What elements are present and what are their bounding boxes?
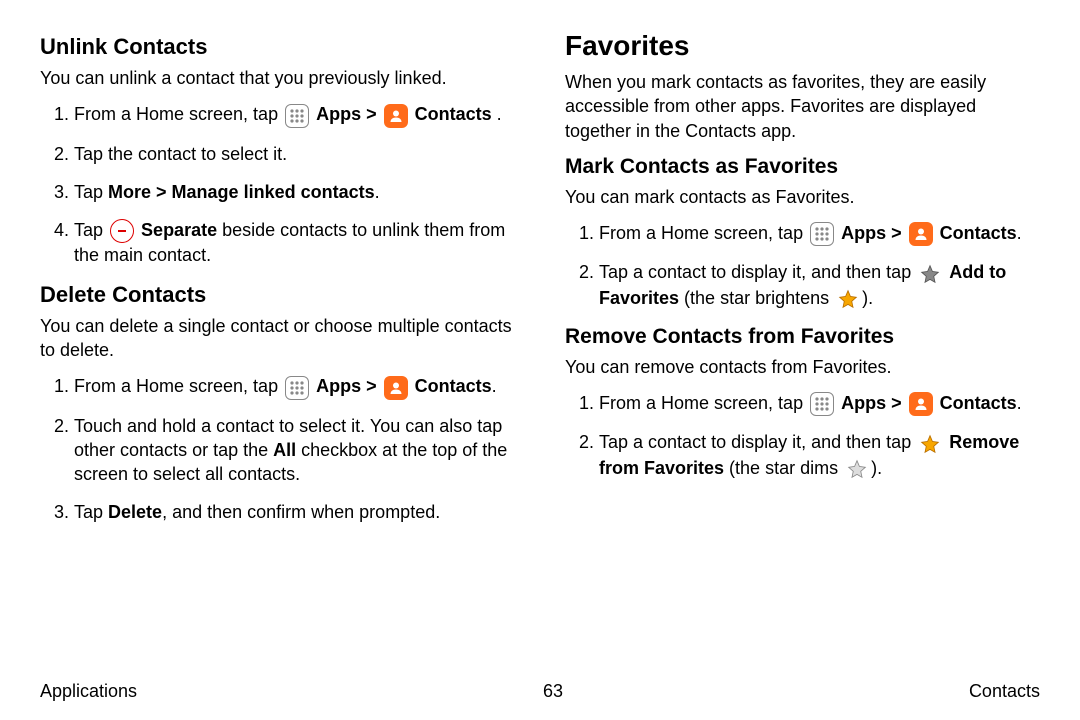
chevron-icon: > <box>366 104 377 124</box>
text: . <box>1017 393 1022 413</box>
text: From a Home screen, tap <box>599 223 808 243</box>
steps-remove: From a Home screen, tap Apps > Contacts.… <box>565 391 1040 481</box>
apps-icon <box>810 222 834 246</box>
text: ). <box>871 458 882 478</box>
intro-favorites: When you mark contacts as favorites, the… <box>565 70 1040 143</box>
heading-favorites: Favorites <box>565 30 1040 62</box>
contacts-icon <box>384 104 408 128</box>
chevron-icon: > <box>366 376 377 396</box>
star-outline-icon <box>845 457 869 481</box>
label-apps: Apps <box>316 376 361 396</box>
footer-right: Contacts <box>969 681 1040 702</box>
apps-icon <box>285 104 309 128</box>
text: (the star brightens <box>679 288 834 308</box>
label-apps: Apps <box>316 104 361 124</box>
list-item: Tap a contact to display it, and then ta… <box>599 430 1040 481</box>
contacts-icon <box>909 392 933 416</box>
right-column: Favorites When you mark contacts as favo… <box>565 30 1040 539</box>
list-item: Tap a contact to display it, and then ta… <box>599 260 1040 311</box>
contacts-icon <box>909 222 933 246</box>
star-gold-icon <box>918 432 942 456</box>
contacts-icon <box>384 376 408 400</box>
bold-text: All <box>273 440 296 460</box>
text: . <box>492 376 497 396</box>
steps-delete: From a Home screen, tap Apps > Contacts.… <box>40 374 515 524</box>
heading-unlink-contacts: Unlink Contacts <box>40 34 515 60</box>
content-columns: Unlink Contacts You can unlink a contact… <box>40 30 1040 539</box>
label-contacts: Contacts <box>940 393 1017 413</box>
list-item: From a Home screen, tap Apps > Contacts … <box>74 102 515 127</box>
label-contacts: Contacts <box>415 376 492 396</box>
label-apps: Apps <box>841 393 886 413</box>
text: beside contacts to unlink them from the … <box>74 220 505 265</box>
text: ). <box>862 288 873 308</box>
text: . <box>375 182 380 202</box>
text: Tap <box>74 182 108 202</box>
apps-icon <box>810 392 834 416</box>
footer-left: Applications <box>40 681 137 702</box>
bold-text: More > Manage linked contacts <box>108 182 375 202</box>
footer-page-number: 63 <box>543 681 563 702</box>
list-item: Touch and hold a contact to select it. Y… <box>74 414 515 487</box>
intro-remove: You can remove contacts from Favorites. <box>565 355 1040 379</box>
text: From a Home screen, tap <box>74 376 283 396</box>
apps-icon <box>285 376 309 400</box>
text: (the star dims <box>724 458 843 478</box>
list-item: Tap the contact to select it. <box>74 142 515 166</box>
list-item: Tap More > Manage linked contacts. <box>74 180 515 204</box>
list-item: From a Home screen, tap Apps > Contacts. <box>74 374 515 399</box>
label-contacts: Contacts <box>415 104 492 124</box>
intro-delete: You can delete a single contact or choos… <box>40 314 515 363</box>
steps-unlink: From a Home screen, tap Apps > Contacts … <box>40 102 515 267</box>
label-contacts: Contacts <box>940 223 1017 243</box>
text: . <box>492 104 502 124</box>
text: From a Home screen, tap <box>599 393 808 413</box>
list-item: From a Home screen, tap Apps > Contacts. <box>599 391 1040 416</box>
text: , and then confirm when prompted. <box>162 502 440 522</box>
list-item: From a Home screen, tap Apps > Contacts. <box>599 221 1040 246</box>
left-column: Unlink Contacts You can unlink a contact… <box>40 30 515 539</box>
label-apps: Apps <box>841 223 886 243</box>
text: From a Home screen, tap <box>74 104 283 124</box>
intro-mark: You can mark contacts as Favorites. <box>565 185 1040 209</box>
steps-mark: From a Home screen, tap Apps > Contacts.… <box>565 221 1040 311</box>
chevron-icon: > <box>891 393 902 413</box>
bold-text: Separate <box>141 220 217 240</box>
page-footer: Applications 63 Contacts <box>40 681 1040 702</box>
text: Tap <box>74 502 108 522</box>
list-item: Tap Separate beside contacts to unlink t… <box>74 218 515 268</box>
text: . <box>1017 223 1022 243</box>
chevron-icon: > <box>891 223 902 243</box>
heading-remove-favorites: Remove Contacts from Favorites <box>565 325 1040 349</box>
heading-mark-favorites: Mark Contacts as Favorites <box>565 155 1040 179</box>
list-item: Tap Delete, and then confirm when prompt… <box>74 500 515 524</box>
bold-text: Delete <box>108 502 162 522</box>
text: Tap a contact to display it, and then ta… <box>599 262 916 282</box>
text: Tap <box>74 220 108 240</box>
star-gray-icon <box>918 262 942 286</box>
star-gold-icon <box>836 287 860 311</box>
text: Tap a contact to display it, and then ta… <box>599 432 916 452</box>
separate-icon <box>110 219 134 243</box>
intro-unlink: You can unlink a contact that you previo… <box>40 66 515 90</box>
heading-delete-contacts: Delete Contacts <box>40 282 515 308</box>
